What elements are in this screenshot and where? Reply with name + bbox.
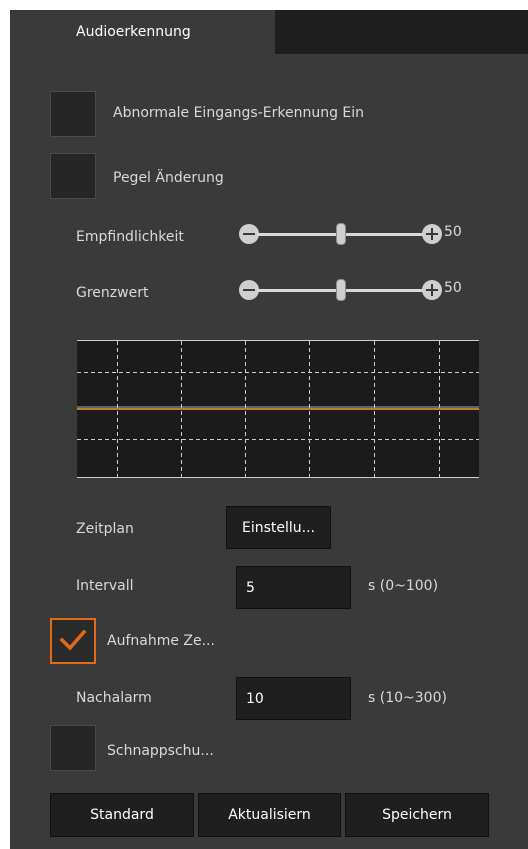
default-button[interactable]: Standard — [50, 793, 194, 837]
level-change-checkbox[interactable] — [50, 153, 96, 199]
threshold-decrease-icon[interactable] — [239, 280, 259, 300]
abnormal-input-label: Abnormale Eingangs-Erkennung Ein — [113, 105, 365, 121]
record-label: Aufnahme Ze... — [107, 633, 215, 649]
threshold-value: 50 — [444, 280, 462, 296]
sensitivity-slider-thumb[interactable] — [336, 223, 346, 245]
abnormal-input-checkbox[interactable] — [50, 91, 96, 137]
threshold-slider-thumb[interactable] — [336, 279, 346, 301]
schedule-label: Zeitplan — [76, 521, 134, 537]
sensitivity-label: Empfindlichkeit — [76, 229, 184, 245]
checkmark-icon — [59, 629, 87, 651]
interval-label: Intervall — [76, 578, 134, 594]
audio-level-graph — [77, 340, 479, 478]
sensitivity-increase-icon[interactable] — [422, 224, 442, 244]
snapshot-checkbox[interactable] — [50, 725, 96, 771]
schedule-settings-button[interactable]: Einstellu... — [226, 506, 331, 549]
record-checkbox[interactable] — [50, 618, 96, 664]
tab-bar: Audioerkennung — [10, 10, 528, 54]
post-alarm-label: Nachalarm — [76, 690, 152, 706]
post-alarm-input[interactable]: 10 — [236, 677, 351, 720]
sensitivity-value: 50 — [444, 224, 462, 240]
sensitivity-decrease-icon[interactable] — [239, 224, 259, 244]
audio-detection-panel: Audioerkennung Abnormale Eingangs-Erkenn… — [10, 10, 528, 849]
audio-level-grid — [77, 341, 479, 477]
save-button[interactable]: Speichern — [345, 793, 489, 837]
threshold-increase-icon[interactable] — [422, 280, 442, 300]
tab-audio-detection[interactable]: Audioerkennung — [10, 10, 275, 54]
refresh-button[interactable]: Aktualisiern — [198, 793, 341, 837]
interval-input[interactable]: 5 — [236, 566, 351, 609]
threshold-label: Grenzwert — [76, 285, 149, 301]
snapshot-label: Schnappschu... — [107, 743, 214, 759]
post-alarm-unit: s (10~300) — [368, 690, 447, 706]
interval-unit: s (0~100) — [368, 578, 439, 594]
level-change-label: Pegel Änderung — [113, 170, 224, 186]
